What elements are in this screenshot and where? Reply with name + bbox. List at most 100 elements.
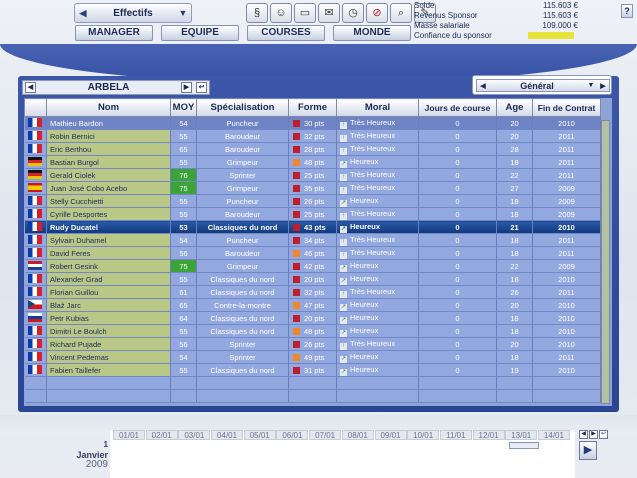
calendar-day[interactable]: 01/01: [113, 430, 145, 440]
rider-name[interactable]: Dimitri Le Boulch: [46, 324, 171, 338]
calendar-day[interactable]: 02/01: [145, 430, 178, 440]
table-row[interactable]: Florian Guillou 61 Classiques du nord 32 pt…: [24, 285, 601, 299]
view-select[interactable]: ◀ Général ▼ ▶: [476, 79, 610, 92]
rider-name[interactable]: Vincent Pedemas: [46, 350, 171, 364]
rider-name[interactable]: Florian Guillou: [46, 285, 171, 299]
rider-name[interactable]: Rudy Ducatel: [46, 220, 171, 234]
table-row[interactable]: David Feres 56 Baroudeur 46 pts ↑ Très Heureu…: [24, 246, 601, 260]
calendar-day[interactable]: 04/01: [211, 430, 244, 440]
calendar-day[interactable]: 12/01: [472, 430, 505, 440]
rider-name[interactable]: Robin Bernici: [46, 129, 171, 143]
timeline-jump-button[interactable]: ↩: [599, 430, 608, 439]
rider-name[interactable]: Gerald Ciolek: [46, 168, 171, 182]
user-icon[interactable]: ☺: [270, 3, 292, 23]
country-flag-icon: [28, 326, 43, 335]
table-scrollbar[interactable]: [601, 120, 610, 404]
nav-courses-button[interactable]: COURSES: [247, 25, 325, 41]
rider-name[interactable]: Bastian Burgol: [46, 155, 171, 169]
table-row[interactable]: Cyrille Desportes 55 Baroudeur 25 pts ↑ Très …: [24, 207, 601, 221]
rider-name[interactable]: Fabien Taillefer: [46, 363, 171, 377]
continue-play-button[interactable]: ▶: [579, 441, 597, 460]
table-row[interactable]: Bastian Burgol 55 Grimpeur 48 pts ↗ Heureux 0 1…: [24, 155, 601, 169]
table-row[interactable]: Sylvain Duhamel 54 Puncheur 34 pts ↑ Très Heu…: [24, 233, 601, 247]
rider-name[interactable]: Robert Gesink: [46, 259, 171, 273]
rider-name[interactable]: Petr Kubias: [46, 311, 171, 325]
table-row[interactable]: Dimitri Le Boulch 55 Classiques du nord 48 …: [24, 324, 601, 338]
column-header-moy[interactable]: MOY: [170, 98, 197, 117]
calendar-day[interactable]: 14/01: [537, 430, 570, 440]
calendar-day[interactable]: 09/01: [374, 430, 407, 440]
mail-icon[interactable]: ✉: [318, 3, 340, 23]
nav-monde-button[interactable]: MONDE: [333, 25, 411, 41]
table-row[interactable]: Eric Berthou 65 Baroudeur 28 pts ↑ Très Heure…: [24, 142, 601, 156]
rider-name[interactable]: Alexander Grad: [46, 272, 171, 286]
rider-age: 18: [496, 155, 533, 169]
chevron-right-icon[interactable]: ▶: [597, 82, 609, 90]
table-row[interactable]: Richard Pujade 56 Sprinter 26 pts ↑ Très Heur…: [24, 337, 601, 351]
table-row[interactable]: Robin Bernici 55 Baroudeur 32 pts ↑ Très Heur…: [24, 129, 601, 143]
help-button[interactable]: ?: [621, 4, 633, 18]
calendar-day[interactable]: 10/01: [407, 430, 440, 440]
column-header-jours[interactable]: Jours de course: [418, 98, 497, 117]
table-row[interactable]: Mathieu Bardon 54 Puncheur 30 pts ↑ Très Heur…: [24, 116, 601, 130]
table-row[interactable]: Petr Kubias 64 Classiques du nord 20 pts ↗ He…: [24, 311, 601, 325]
rider-name[interactable]: Blaž Jarc: [46, 298, 171, 312]
timeline-back-button[interactable]: ◀: [579, 430, 588, 439]
rider-name[interactable]: Mathieu Bardon: [46, 116, 171, 130]
column-header-age[interactable]: Age: [496, 98, 533, 117]
calendar-day[interactable]: 05/01: [243, 430, 276, 440]
rider-name[interactable]: Stelly Cucchietti: [46, 194, 171, 208]
magnifier-icon[interactable]: ⌕: [390, 3, 412, 23]
rider-name[interactable]: Cyrille Desportes: [46, 207, 171, 221]
calendar-day[interactable]: 08/01: [341, 430, 374, 440]
table-row[interactable]: Blaž Jarc 65 Contre-la-montre 47 pts ↗ Heureu…: [24, 298, 601, 312]
table-row[interactable]: Alexander Grad 55 Classiques du nord 20 pts…: [24, 272, 601, 286]
calendar-day[interactable]: 13/01: [505, 430, 538, 440]
chevron-left-icon[interactable]: ◀: [477, 82, 489, 90]
table-row[interactable]: Rudy Ducatel 53 Classiques du nord 43 pts ↗ H…: [24, 220, 601, 234]
column-header-fin-contrat[interactable]: Fin de Contrat: [532, 98, 601, 117]
timeline-forward-button[interactable]: ▶: [589, 430, 598, 439]
timeline-slider[interactable]: [509, 442, 539, 449]
forme-value: 34 pts: [304, 235, 325, 245]
section-dropdown[interactable]: ◀ Effectifs ▼: [74, 3, 192, 23]
empty-cell: [24, 376, 47, 390]
table-row[interactable]: Gerald Ciolek 76 Sprinter 25 pts ↑ Très Heure…: [24, 168, 601, 182]
chevron-down-icon[interactable]: ▼: [585, 82, 597, 89]
previous-team-button[interactable]: ◀: [25, 82, 36, 93]
calendar-day[interactable]: 06/01: [276, 430, 309, 440]
calendar-day[interactable]: 11/01: [439, 430, 472, 440]
table-row[interactable]: Juan José Cobo Acebo 75 Grimpeur 35 pts ↑ Trè…: [24, 181, 601, 195]
rider-moy: 55: [170, 207, 197, 221]
banknote-icon[interactable]: ▭: [294, 3, 316, 23]
rider-moral: ↑ Très Heureux: [336, 207, 419, 221]
nav-equipe-button[interactable]: EQUIPE: [161, 25, 239, 41]
calendar-day[interactable]: 03/01: [178, 430, 211, 440]
column-header-specialisation[interactable]: Spécialisation: [196, 98, 289, 117]
calendar-day[interactable]: 07/01: [309, 430, 342, 440]
table-row[interactable]: Vincent Pedemas 54 Sprinter 49 pts ↗ Heureux 0…: [24, 350, 601, 364]
rider-name[interactable]: Richard Pujade: [46, 337, 171, 351]
rider-fin-contrat: 2011: [532, 246, 601, 260]
stopwatch-icon[interactable]: ◷: [342, 3, 364, 23]
rider-name[interactable]: David Feres: [46, 246, 171, 260]
column-header-nom[interactable]: Nom: [46, 98, 171, 117]
return-icon[interactable]: ↩: [196, 82, 207, 93]
table-row[interactable]: Fabien Taillefer 55 Classiques du nord 31 p…: [24, 363, 601, 377]
rider-name[interactable]: Sylvain Duhamel: [46, 233, 171, 247]
table-row[interactable]: Robert Gesink 75 Grimpeur 42 pts ↗ Heureux 0 22…: [24, 259, 601, 273]
table-row[interactable]: Stelly Cucchietti 55 Puncheur 26 pts ↗ Heureu…: [24, 194, 601, 208]
empty-cell: [24, 389, 47, 403]
next-team-button[interactable]: ▶: [181, 82, 192, 93]
chevron-down-icon[interactable]: ▼: [175, 8, 191, 18]
rider-name[interactable]: Eric Berthou: [46, 142, 171, 156]
flag-cell: [24, 181, 47, 195]
rider-name[interactable]: Juan José Cobo Acebo: [46, 181, 171, 195]
chevron-left-icon[interactable]: ◀: [75, 8, 91, 19]
roster-table: Nom MOY Spécialisation Forme Moral Jours…: [24, 98, 601, 403]
document-icon[interactable]: §: [246, 3, 268, 23]
column-header-forme[interactable]: Forme: [288, 98, 337, 117]
column-header-moral[interactable]: Moral: [336, 98, 419, 117]
nav-manager-button[interactable]: MANAGER: [75, 25, 153, 41]
no-sign-icon[interactable]: ⊘: [366, 3, 388, 23]
